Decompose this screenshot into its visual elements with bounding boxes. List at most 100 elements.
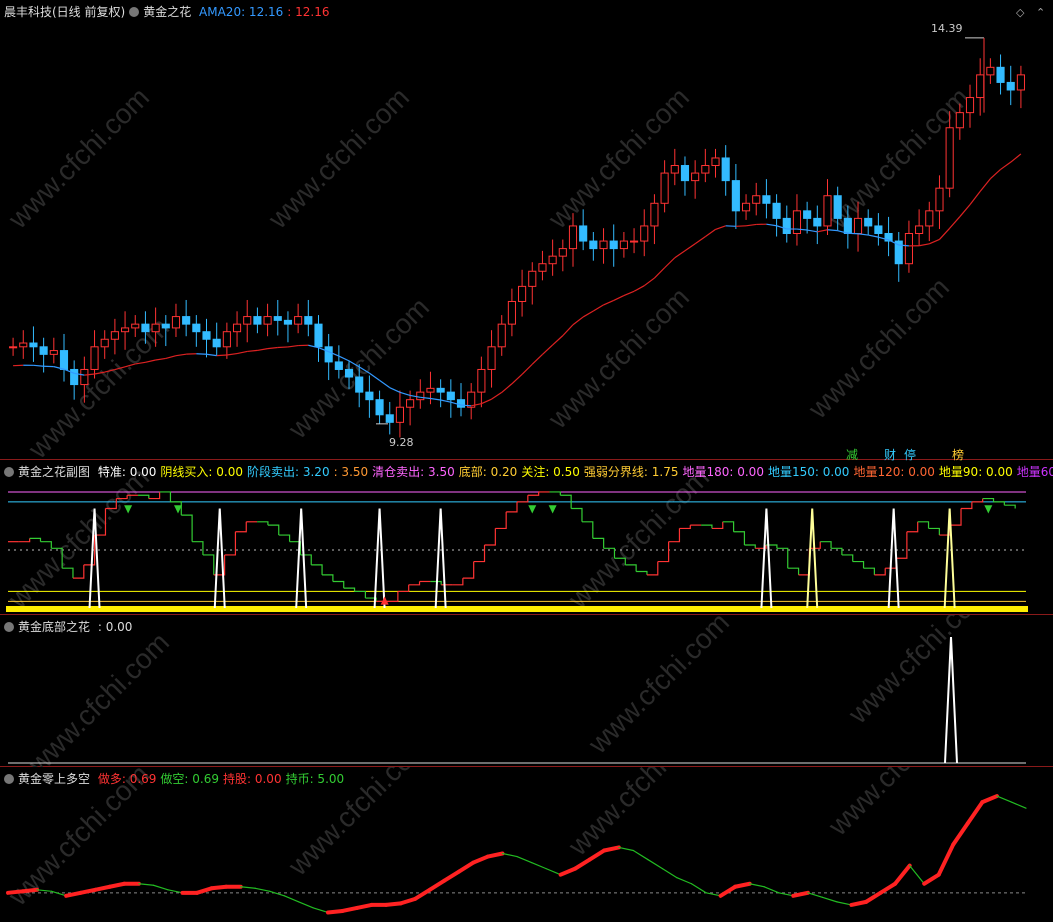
ama-line-segment xyxy=(959,204,971,218)
stock-title[interactable]: 晨丰科技(日线 前复权) xyxy=(4,5,125,19)
sub3-panel[interactable]: www.cfchi.comwww.cfchi.comwww.cfchi.comw… xyxy=(0,767,1053,922)
sub1-chart-svg[interactable]: www.cfchi.com www.cfchi.com xyxy=(0,460,1053,615)
ama-line-segment xyxy=(979,178,991,192)
ama-line-segment xyxy=(257,348,268,351)
sub3-title[interactable]: 黄金零上多空 xyxy=(18,772,90,786)
sub2-title[interactable]: 黄金底部之花 xyxy=(18,620,90,634)
spike-signal xyxy=(434,508,447,609)
sub1-item-4: 清仓卖出: 3.50 xyxy=(372,465,455,479)
ama-line-segment xyxy=(155,357,166,361)
ama-line-segment xyxy=(939,227,951,240)
sub1-step-line xyxy=(354,590,366,599)
sub1-step-line xyxy=(430,580,442,585)
ama-line-segment xyxy=(582,310,594,318)
candle-body xyxy=(182,316,191,325)
long-short-segment xyxy=(471,854,490,865)
long-short-segment xyxy=(602,845,621,853)
sub1-step-line xyxy=(961,501,973,510)
main-chart-svg[interactable]: www.cfchi.com www.cfchi.com www.cfchi.com w… xyxy=(0,0,1053,460)
long-short-segment xyxy=(413,887,432,901)
ama-line-segment xyxy=(33,364,44,367)
sub1-step-line xyxy=(72,564,85,579)
candle-body xyxy=(558,248,567,257)
sub1-step-line xyxy=(452,578,464,586)
sub1-title[interactable]: 黄金之花副图 xyxy=(18,465,90,479)
candle-body xyxy=(701,165,710,174)
ama-line-segment xyxy=(613,295,625,301)
candle-body xyxy=(263,316,272,325)
ama-line-segment xyxy=(511,373,523,385)
sub3-chart-svg[interactable]: www.cfchi.comwww.cfchi.comwww.cfchi.comw… xyxy=(0,767,1053,922)
low-price-label: 9.28 xyxy=(389,436,414,449)
long-short-segment xyxy=(20,887,40,894)
long-short-segment xyxy=(849,899,869,907)
candle-body xyxy=(9,346,18,349)
candle-body xyxy=(253,316,262,325)
sub2-panel[interactable]: www.cfchi.com www.cfchi.com www.cfchi.com … xyxy=(0,615,1053,767)
long-short-segment xyxy=(209,884,229,891)
candle-body xyxy=(823,195,832,227)
ama-line-segment xyxy=(817,229,828,233)
candle-body xyxy=(772,202,781,219)
long-short-segment xyxy=(456,860,476,874)
dropdown-icon[interactable] xyxy=(4,466,14,477)
candle-body xyxy=(344,368,354,378)
high-price-label: 14.39 xyxy=(931,22,963,35)
candle-body xyxy=(171,316,181,329)
diamond-icon[interactable]: ◇ xyxy=(1016,6,1024,19)
candle-body xyxy=(456,399,466,408)
candle-body xyxy=(243,316,252,325)
sub1-step-line xyxy=(722,521,735,532)
candle-body xyxy=(589,240,598,250)
long-short-segment xyxy=(298,901,314,909)
main-chart-panel[interactable]: www.cfchi.com www.cfchi.com www.cfchi.com w… xyxy=(0,0,1053,462)
spike-signal xyxy=(887,508,900,609)
dropdown-icon[interactable] xyxy=(129,6,140,17)
ama-line-segment xyxy=(704,228,716,238)
ama-line-segment xyxy=(949,216,961,229)
candle-body xyxy=(59,350,69,370)
main-header: 晨丰科技(日线 前复权) 黄金之花 AMA20: 12.16: 12.16 xyxy=(4,4,334,20)
candle-body xyxy=(477,368,486,393)
long-short-segment xyxy=(661,868,678,879)
sub1-panel[interactable]: www.cfchi.com www.cfchi.com 黄金之花副图 特准: 0.… xyxy=(0,460,1053,615)
chevron-up-icon[interactable]: ⌃ xyxy=(1036,6,1045,19)
long-short-segment xyxy=(51,890,67,897)
watermark-text: www.cfchi.com xyxy=(562,767,716,862)
bottom-flower-spike xyxy=(944,636,958,764)
candle-body xyxy=(324,346,333,363)
candle-body xyxy=(507,300,516,325)
sub1-item-5: 底部: 0.20 xyxy=(458,465,518,479)
sub1-step-line xyxy=(1004,504,1016,509)
ama-line-segment xyxy=(236,350,248,355)
ama-line-segment xyxy=(593,304,604,312)
sub1-step-line xyxy=(192,541,204,555)
candle-body xyxy=(965,97,975,114)
dropdown-icon[interactable] xyxy=(4,621,14,632)
ama-line-segment xyxy=(481,398,492,405)
sub1-step-line xyxy=(841,554,854,562)
sub1-item-0: 特准: 0.00 xyxy=(97,465,157,479)
sub1-item-6: 关注: 0.50 xyxy=(521,465,580,479)
ama-line-segment xyxy=(918,243,930,247)
ama-line-segment xyxy=(491,391,503,400)
watermark-text: www.cfchi.com xyxy=(582,615,736,760)
candle-body xyxy=(731,180,740,212)
candle-body xyxy=(650,202,659,227)
candle-body xyxy=(222,331,231,348)
sub1-step-line xyxy=(397,584,410,593)
sub1-step-line xyxy=(852,560,865,569)
sub2-chart-svg[interactable]: www.cfchi.com www.cfchi.com www.cfchi.com xyxy=(0,615,1053,767)
sub1-step-line xyxy=(776,547,789,569)
sub1-step-line xyxy=(300,554,312,565)
sub1-step-line xyxy=(733,531,746,545)
candle-body xyxy=(813,217,822,227)
sub1-step-line xyxy=(549,491,561,496)
spike-signal xyxy=(213,508,226,609)
sub1-step-line xyxy=(387,591,399,602)
long-short-segment xyxy=(909,865,925,885)
indicator-name[interactable]: 黄金之花 xyxy=(143,5,191,19)
watermark-text: www.cfchi.com xyxy=(22,626,176,767)
long-short-segment xyxy=(936,842,956,877)
dropdown-icon[interactable] xyxy=(4,773,14,784)
